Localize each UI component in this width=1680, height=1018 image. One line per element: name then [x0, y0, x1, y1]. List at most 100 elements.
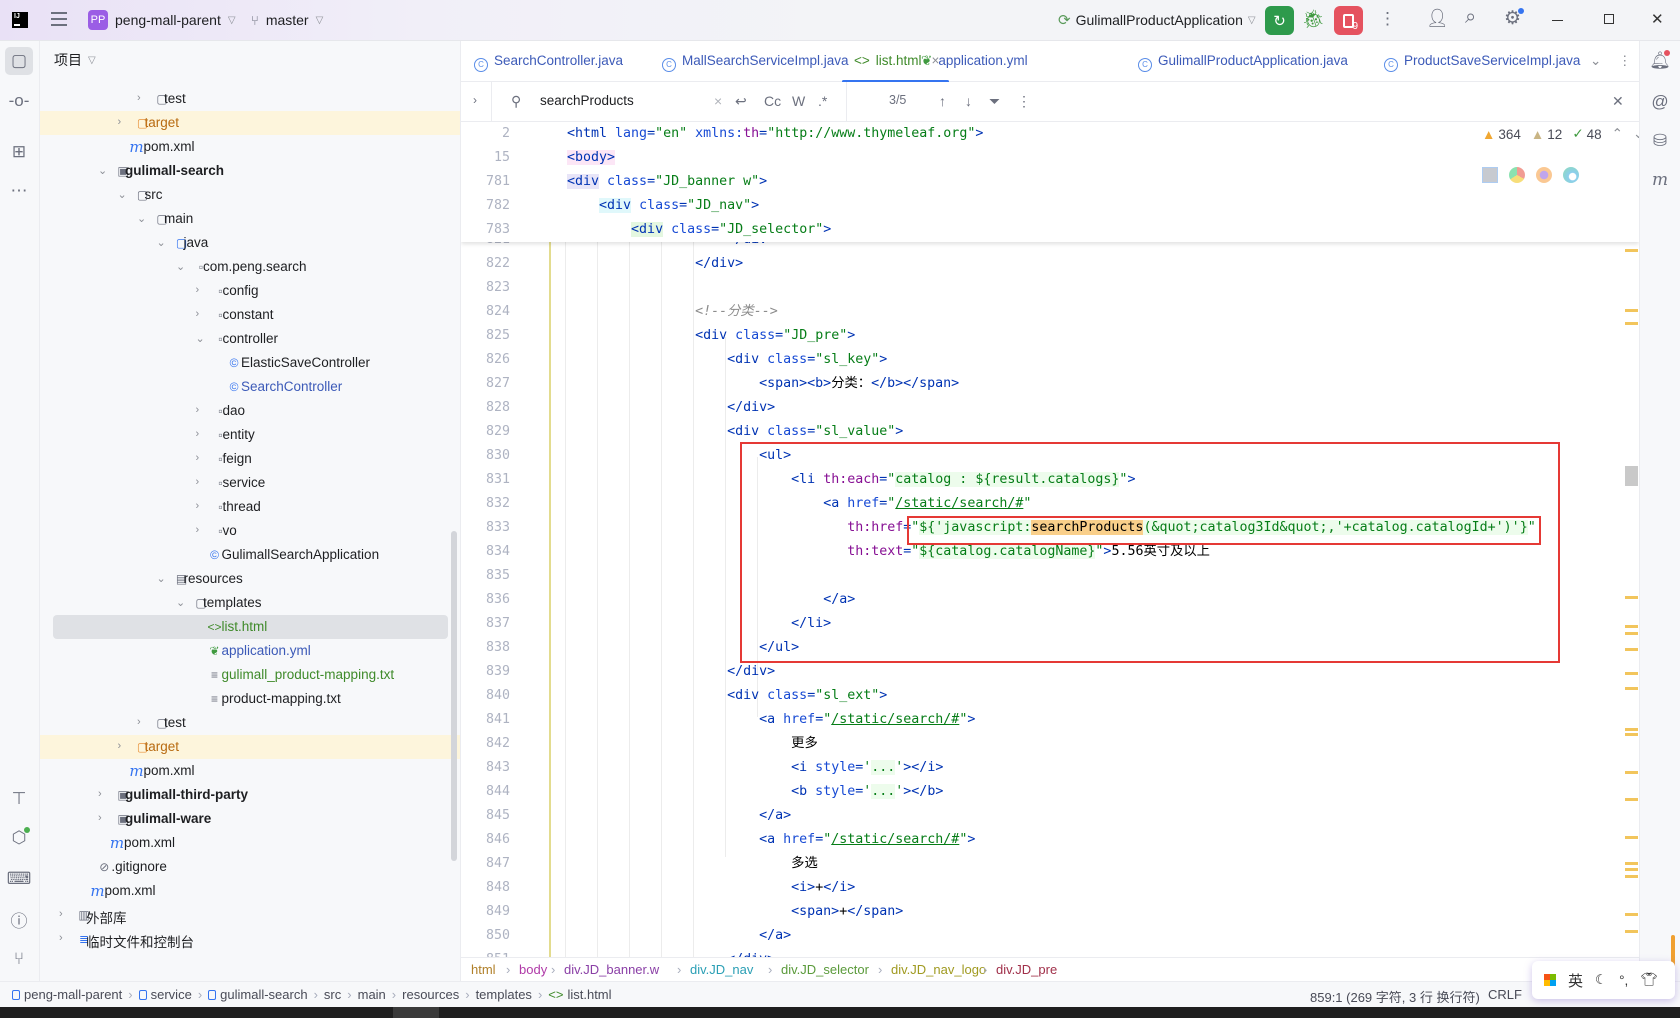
- tree-item[interactable]: › ≣ 临时文件和控制台: [40, 927, 460, 951]
- next-match-icon[interactable]: ↓: [965, 93, 972, 109]
- tree-item[interactable]: ⌄ ▫ com.peng.search: [40, 255, 460, 279]
- tree-item[interactable]: m pom.xml: [40, 759, 460, 783]
- status-path-item[interactable]: templates: [476, 987, 532, 1002]
- code-line[interactable]: 840 <div class="sl_ext">: [461, 684, 1639, 708]
- error-stripe-marker[interactable]: [1625, 930, 1638, 933]
- code-editor[interactable]: 821 </div>822 </div>823824 <!--分类-->825 …: [461, 122, 1639, 957]
- chevron-right-icon[interactable]: ›: [196, 308, 200, 320]
- error-stripe-marker[interactable]: [1625, 875, 1638, 878]
- settings-icon[interactable]: ⚙: [1504, 7, 1525, 30]
- next-problem-icon[interactable]: ⌄: [1633, 126, 1639, 142]
- chevron-right-icon[interactable]: ›: [196, 452, 200, 464]
- error-stripe-marker[interactable]: [1625, 771, 1638, 774]
- code-line[interactable]: 841 <a href="/static/search/#">: [461, 708, 1639, 732]
- tree-item[interactable]: ⌄ ▤ resources: [40, 567, 460, 591]
- more-icon[interactable]: ⋮: [1379, 9, 1396, 29]
- breadcrumb-item[interactable]: div.JD_selector: [781, 962, 869, 977]
- add-user-icon[interactable]: 👤︎: [1426, 8, 1449, 29]
- tree-item[interactable]: › ▢ target: [40, 735, 460, 759]
- status-path-item[interactable]: resources: [402, 987, 459, 1002]
- intellij-browser-icon[interactable]: [1482, 167, 1498, 183]
- breadcrumb-item[interactable]: div.JD_nav: [690, 962, 753, 977]
- chevron-down-icon[interactable]: ⌄: [118, 188, 127, 201]
- breadcrumb-item[interactable]: html: [471, 962, 496, 977]
- firefox-icon[interactable]: [1536, 167, 1552, 183]
- previous-problem-icon[interactable]: ⌃: [1612, 126, 1623, 142]
- error-stripe-marker[interactable]: [1625, 625, 1638, 628]
- error-stripe-marker[interactable]: [1625, 648, 1638, 651]
- code-line[interactable]: 847 多选: [461, 852, 1639, 876]
- status-path-item[interactable]: src: [324, 987, 341, 1002]
- error-stripe-marker[interactable]: [1625, 733, 1638, 736]
- new-line-icon[interactable]: ↩: [735, 93, 747, 110]
- code-line[interactable]: 829 <div class="sl_value">: [461, 420, 1639, 444]
- commit-icon[interactable]: -o-: [5, 87, 33, 115]
- search-input[interactable]: searchProducts: [540, 93, 634, 108]
- cursor-position[interactable]: 859:1 (269 字符, 3 行 换行符): [1310, 987, 1480, 1006]
- punctuation-icon[interactable]: °,: [1619, 973, 1628, 988]
- code-line[interactable]: 782 <div class="JD_nav">: [461, 194, 1639, 218]
- error-stripe-marker[interactable]: [1625, 913, 1638, 916]
- error-stripe-marker[interactable]: [1625, 672, 1638, 675]
- code-line[interactable]: 15 <body>: [461, 146, 1639, 170]
- debug-button[interactable]: 🐞︎: [1302, 9, 1325, 30]
- tree-scrollbar[interactable]: [451, 531, 457, 861]
- code-line[interactable]: 827 <span><b>分类：</b></span>: [461, 372, 1639, 396]
- notifications-bell-icon[interactable]: 🔔︎: [1646, 47, 1674, 75]
- chevron-right-icon[interactable]: ›: [118, 116, 122, 128]
- tree-item[interactable]: › ▫ vo: [40, 519, 460, 543]
- tabs-more-icon[interactable]: ⋮: [1618, 53, 1632, 69]
- chevron-right-icon[interactable]: ›: [196, 476, 200, 488]
- project-panel-header[interactable]: 项目 ▽: [54, 50, 96, 70]
- code-line[interactable]: 2 <html lang="en" xmlns:th="http://www.th…: [461, 122, 1639, 146]
- code-line[interactable]: 848 <i>+</i>: [461, 876, 1639, 900]
- tree-item[interactable]: ⌄ ▢ templates: [40, 591, 460, 615]
- chevron-right-icon[interactable]: ›: [137, 92, 141, 104]
- tree-item[interactable]: › ▫ thread: [40, 495, 460, 519]
- error-stripe-marker[interactable]: [1625, 466, 1638, 486]
- tree-item[interactable]: ⊘ .gitignore: [40, 855, 460, 879]
- error-stripe-marker[interactable]: [1625, 309, 1638, 312]
- code-line[interactable]: 823: [461, 276, 1639, 300]
- code-line[interactable]: 849 <span>+</span>: [461, 900, 1639, 924]
- project-switcher[interactable]: PP peng-mall-parent ▽: [88, 9, 236, 31]
- status-path-item[interactable]: gulimall-search: [208, 987, 308, 1002]
- rerun-button[interactable]: ↻: [1265, 6, 1294, 35]
- code-line[interactable]: 846 <a href="/static/search/#">: [461, 828, 1639, 852]
- tab-application-yml[interactable]: ❦ application.yml: [921, 53, 1028, 69]
- search-history-icon[interactable]: ⚲: [511, 93, 521, 110]
- tree-item[interactable]: › ▫ constant: [40, 303, 460, 327]
- code-line[interactable]: 839 </div>: [461, 660, 1639, 684]
- code-line[interactable]: 850 </a>: [461, 924, 1639, 948]
- chevron-down-icon[interactable]: ⌄: [176, 596, 185, 609]
- run-config-selector[interactable]: ⟳ GulimallProductApplication ▽: [1058, 9, 1256, 31]
- chevron-down-icon[interactable]: ⌄: [157, 236, 166, 249]
- chevron-right-icon[interactable]: ›: [59, 908, 63, 920]
- code-line[interactable]: 844 <b style='...'></b>: [461, 780, 1639, 804]
- error-stripe-marker[interactable]: [1625, 862, 1638, 865]
- tree-item[interactable]: m pom.xml: [40, 135, 460, 159]
- structure-icon[interactable]: ⊞: [5, 138, 33, 166]
- tree-item[interactable]: › ▥ 外部库: [40, 903, 460, 927]
- chevron-right-icon[interactable]: ›: [59, 932, 63, 944]
- words-toggle[interactable]: W: [792, 93, 805, 109]
- chevron-right-icon[interactable]: ›: [196, 284, 200, 296]
- tree-item[interactable]: ⌄ ▢ src: [40, 183, 460, 207]
- search-icon[interactable]: ⌕: [1465, 6, 1476, 29]
- status-path-item[interactable]: main: [358, 987, 386, 1002]
- clear-search-icon[interactable]: ×: [714, 93, 722, 109]
- ai-assistant-icon[interactable]: @: [1646, 88, 1674, 116]
- code-line[interactable]: 843 <i style='...'></i>: [461, 756, 1639, 780]
- chevron-down-icon[interactable]: ⌄: [137, 212, 146, 225]
- code-line[interactable]: 825 <div class="JD_pre">: [461, 324, 1639, 348]
- expand-replace-icon[interactable]: ›: [473, 93, 477, 107]
- tab-mallsearchserviceimpl-java[interactable]: C MallSearchServiceImpl.java: [662, 53, 849, 72]
- tab-searchcontroller-java[interactable]: C SearchController.java: [474, 53, 623, 72]
- error-stripe-marker[interactable]: [1625, 836, 1638, 839]
- tree-item[interactable]: › ▢ test: [40, 87, 460, 111]
- chevron-down-icon[interactable]: ⌄: [157, 572, 166, 585]
- chevron-right-icon[interactable]: ›: [98, 812, 102, 824]
- chevron-down-icon[interactable]: ⌄: [176, 260, 185, 273]
- git-icon[interactable]: ⑂: [5, 945, 33, 973]
- status-path-item[interactable]: service: [138, 987, 192, 1002]
